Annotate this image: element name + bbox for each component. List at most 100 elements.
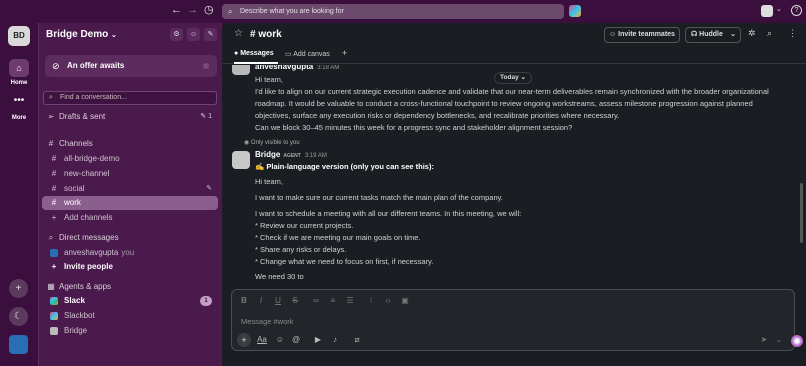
drafts-sent[interactable]: ➢ Drafts & sent ✎ 1 — [42, 110, 218, 124]
message-author[interactable]: Bridge AGENT 3:19 AM — [255, 150, 327, 159]
workspace-name-label: Bridge Demo — [46, 29, 109, 40]
more-icon[interactable]: ••• — [0, 95, 38, 106]
underline-icon[interactable]: U — [272, 296, 284, 305]
settings-icon[interactable]: ⚙ — [170, 28, 183, 41]
message-author[interactable]: anveshavgupta 3:18 AM — [255, 65, 339, 71]
chevron-down-icon[interactable]: ⌄ — [776, 5, 782, 13]
sidebar-item-slackbot[interactable]: Slackbot — [42, 309, 218, 323]
microphone-icon[interactable]: ♪ — [329, 335, 341, 344]
message-composer[interactable]: B I U S ∞ ≡ ☰ ⁝ ‹› ▣ Message #work + Aa … — [231, 289, 795, 351]
star-icon[interactable]: ☆ — [234, 28, 243, 39]
workspace-button[interactable]: BD — [8, 26, 30, 46]
message-line: roadmap. It would be valuable to conduct… — [255, 99, 753, 108]
more-label: More — [11, 115, 27, 121]
slack-icon — [50, 297, 58, 305]
huddle-button[interactable]: ☊ Huddle ⌄ — [685, 27, 741, 43]
link-icon[interactable]: ∞ — [310, 296, 322, 305]
home-icon[interactable]: ⌂ — [9, 59, 29, 77]
emoji-icon[interactable]: ☺ — [274, 335, 286, 344]
sidebar: Bridge Demo ⌄ ⚙ ☺ ✎ ⊘ An offer awaits ⌕ … — [38, 23, 222, 366]
bell-icon[interactable]: ✲ — [748, 28, 756, 39]
dm-icon: ⌕ — [48, 233, 54, 242]
find-icon: ⌕ — [49, 94, 53, 101]
code-icon[interactable]: ‹› — [382, 296, 394, 305]
message-line: Can we block 30–45 minutes this week for… — [255, 123, 573, 132]
active-tab-indicator — [234, 62, 278, 64]
offer-banner[interactable]: ⊘ An offer awaits — [45, 55, 217, 77]
sidebar-item-all-bridge-demo[interactable]: # all-bridge-demo — [42, 152, 218, 166]
drafts-label: Drafts & sent — [59, 112, 106, 121]
video-icon[interactable]: ▶ — [312, 335, 324, 344]
dm-header[interactable]: ⌕ Direct messages — [42, 231, 218, 245]
code-block-icon[interactable]: ▣ — [399, 296, 411, 305]
sidebar-item-work[interactable]: # work — [42, 196, 218, 210]
strikethrough-icon[interactable]: S — [289, 296, 301, 305]
channel-title[interactable]: # work — [250, 29, 282, 40]
tab-messages[interactable]: ● Messages — [234, 50, 274, 57]
profile-avatar[interactable] — [9, 335, 28, 354]
search-input[interactable]: ⌕ Describe what you are looking for — [222, 4, 564, 19]
slash-command-icon[interactable]: ⧄ — [351, 335, 363, 345]
offer-icon: ⊘ — [52, 61, 60, 71]
help-icon[interactable]: ? — [791, 5, 802, 16]
italic-icon[interactable]: I — [255, 296, 267, 305]
user-avatar-icon[interactable] — [761, 5, 773, 17]
blockquote-icon[interactable]: ⁝ — [365, 296, 377, 305]
compose-icon[interactable]: ✎ — [204, 28, 217, 41]
message-line: * Review our current projects. — [255, 221, 354, 230]
plus-icon: + — [51, 213, 57, 222]
edit-icon[interactable]: ✎ — [206, 182, 212, 196]
channel-view: ☆ # work ☺ Invite teammates ☊ Huddle ⌄ ✲… — [222, 23, 806, 366]
channel-label: all-bridge-demo — [64, 154, 120, 163]
assistant-icon[interactable] — [791, 335, 803, 347]
message-line: * Change what we need to focus on first,… — [255, 257, 434, 266]
channels-header[interactable]: # Channels — [42, 137, 218, 151]
sidebar-item-dm-self[interactable]: anveshavgupta you — [42, 246, 218, 260]
sparkle-app-icon[interactable] — [569, 5, 581, 17]
chevron-down-icon[interactable]: ⌄ — [730, 28, 736, 42]
bold-icon[interactable]: B — [238, 296, 250, 305]
moon-icon[interactable]: ☾ — [9, 307, 28, 326]
find-conversation-input[interactable]: ⌕ Find a conversation... — [43, 91, 217, 105]
invite-teammates-button[interactable]: ☺ Invite teammates — [604, 27, 680, 43]
add-channels[interactable]: + Add channels — [42, 211, 218, 225]
message-time: 3:18 AM — [317, 65, 340, 71]
add-person-icon[interactable]: ☺ — [187, 28, 200, 41]
mention-icon[interactable]: @ — [290, 335, 302, 344]
message-title: ✍ Plain-language version (only you can s… — [255, 162, 434, 171]
search-icon[interactable]: ⌕ — [767, 28, 772, 39]
attach-plus-icon[interactable]: + — [237, 333, 251, 347]
send-icon[interactable]: ➤ — [758, 335, 770, 344]
message-line: objectives, surface any execution risks … — [255, 111, 620, 120]
forward-arrow-icon[interactable]: → — [187, 4, 198, 16]
offer-label: An offer awaits — [67, 61, 125, 70]
headphones-icon: ☊ — [691, 31, 698, 38]
history-icon[interactable]: ◷ — [204, 3, 214, 16]
avatar[interactable] — [232, 151, 250, 169]
ordered-list-icon[interactable]: ≡ — [327, 296, 339, 305]
message-input-placeholder[interactable]: Message #work — [241, 317, 294, 326]
avatar[interactable] — [232, 65, 250, 75]
sidebar-item-social[interactable]: # social ✎ — [42, 182, 218, 196]
formatting-icon[interactable]: Aa — [256, 335, 268, 344]
avatar — [50, 249, 58, 257]
sidebar-item-slack[interactable]: Slack 1 — [42, 294, 218, 308]
add-icon[interactable]: + — [9, 279, 28, 298]
sidebar-item-new-channel[interactable]: # new-channel — [42, 167, 218, 181]
message-line: I want to schedule a meeting with all ou… — [255, 209, 522, 218]
back-arrow-icon[interactable]: ← — [171, 4, 182, 16]
channels-icon: # — [48, 139, 54, 148]
workspace-name[interactable]: Bridge Demo ⌄ — [46, 29, 117, 40]
sidebar-item-bridge[interactable]: Bridge — [42, 324, 218, 338]
invite-people[interactable]: + Invite people — [42, 260, 218, 274]
message-list: anveshavgupta 3:18 AM Today ⌄ Hi team, I'… — [222, 65, 806, 283]
tab-canvas-label: Add canvas — [293, 51, 330, 58]
send-options-chevron-icon[interactable]: ⌄ — [773, 335, 785, 344]
add-tab-icon[interactable]: + — [342, 48, 347, 58]
bulleted-list-icon[interactable]: ☰ — [344, 296, 356, 305]
scrollbar[interactable] — [800, 183, 803, 243]
channel-tabs: ● Messages ▭ Add canvas + — [222, 48, 806, 64]
tab-add-canvas[interactable]: ▭ Add canvas — [285, 50, 330, 58]
agents-header[interactable]: ▦ Agents & apps — [42, 280, 218, 294]
more-vertical-icon[interactable]: ⋮ — [788, 28, 797, 39]
